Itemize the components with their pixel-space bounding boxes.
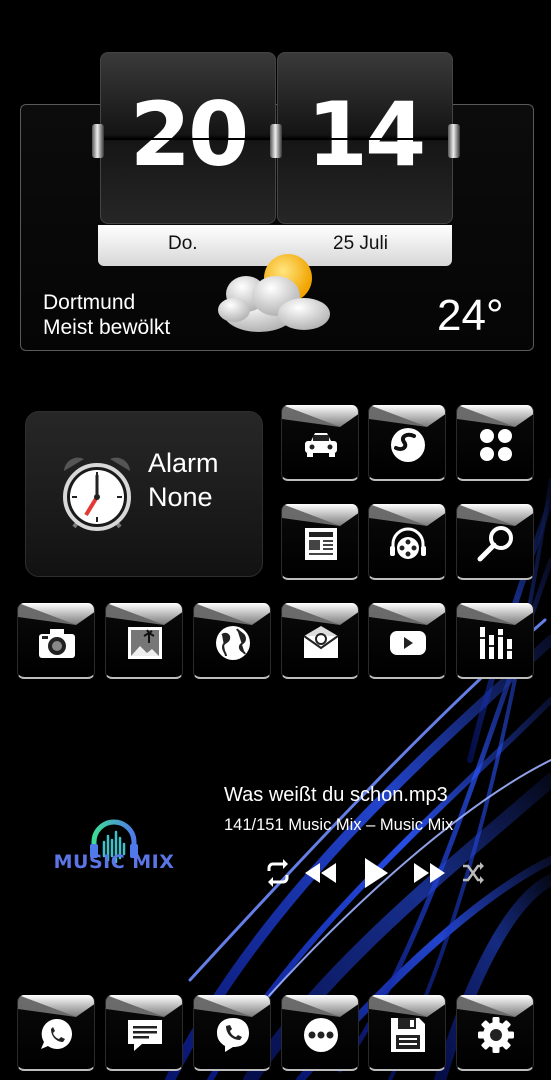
tile-gloss xyxy=(106,995,182,1017)
settings-gear-tile[interactable] xyxy=(456,995,534,1071)
tile-gloss xyxy=(282,504,358,526)
music-logo-text: MUSIC MIX xyxy=(53,851,175,873)
fast-forward-icon[interactable] xyxy=(413,855,447,891)
news-app-tile[interactable] xyxy=(281,504,359,580)
gallery-icon xyxy=(128,627,162,659)
tile-gloss xyxy=(194,995,270,1017)
youtube-icon xyxy=(390,631,426,655)
tile-gloss xyxy=(282,405,358,427)
gallery-tile[interactable] xyxy=(105,603,183,679)
tile-gloss xyxy=(457,504,533,526)
weather-condition: Meist bewölkt xyxy=(43,316,171,339)
alarm-clock-icon xyxy=(63,457,131,531)
apps-grid-icon xyxy=(480,429,512,461)
camera-tile[interactable] xyxy=(17,603,95,679)
hours-flip-card: 20 xyxy=(100,52,276,224)
tile-gloss xyxy=(282,995,358,1017)
messages-tile[interactable] xyxy=(105,995,183,1071)
swiftkey-app-icon xyxy=(391,428,425,462)
tile-gloss xyxy=(369,995,445,1017)
shuffle-icon[interactable] xyxy=(461,855,485,891)
tile-gloss xyxy=(369,603,445,625)
email-icon xyxy=(303,626,339,658)
tile-gloss xyxy=(18,995,94,1017)
settings-gear-icon xyxy=(478,1017,514,1053)
tile-gloss xyxy=(194,603,270,625)
weather-city: Dortmund xyxy=(43,291,136,314)
alarm-title: Alarm xyxy=(148,448,219,478)
music-track-title: Was weißt du schon.mp3 xyxy=(224,784,448,806)
flip-hinge-right xyxy=(448,124,460,158)
apps-grid-tile[interactable] xyxy=(456,405,534,481)
news-app-icon xyxy=(305,528,337,560)
camera-icon xyxy=(39,629,75,658)
tile-gloss xyxy=(457,995,533,1017)
app-drawer-icon xyxy=(304,1018,338,1052)
music-playlist-info: 141/151 Music Mix – Music Mix xyxy=(224,816,454,834)
viber-tile[interactable] xyxy=(193,995,271,1071)
rewind-icon[interactable] xyxy=(303,855,337,891)
app-drawer-tile[interactable] xyxy=(281,995,359,1071)
save-disk-tile[interactable] xyxy=(368,995,446,1071)
youtube-tile[interactable] xyxy=(368,603,446,679)
date-label: 25 Juli xyxy=(333,233,388,254)
flip-hinge-center xyxy=(270,124,282,158)
search-tool-icon xyxy=(477,526,513,562)
weather-temperature: 24° xyxy=(437,291,504,340)
equalizer-icon xyxy=(480,627,512,659)
film-reel-headphones-icon xyxy=(390,527,426,559)
search-tool-tile[interactable] xyxy=(456,504,534,580)
play-icon[interactable] xyxy=(362,855,390,891)
whatsapp-icon xyxy=(41,1018,72,1049)
globe-tile[interactable] xyxy=(193,603,271,679)
tile-gloss xyxy=(282,603,358,625)
tile-gloss xyxy=(457,405,533,427)
car-app-icon xyxy=(305,433,337,457)
tile-gloss xyxy=(369,504,445,526)
tile-gloss xyxy=(106,603,182,625)
car-app-tile[interactable] xyxy=(281,405,359,481)
swiftkey-app-tile[interactable] xyxy=(368,405,446,481)
equalizer-tile[interactable] xyxy=(456,603,534,679)
globe-icon xyxy=(216,626,250,660)
save-disk-icon xyxy=(391,1018,425,1052)
weekday-label: Do. xyxy=(168,233,198,254)
whatsapp-tile[interactable] xyxy=(17,995,95,1071)
tile-gloss xyxy=(369,405,445,427)
email-tile[interactable] xyxy=(281,603,359,679)
repeat-icon[interactable] xyxy=(265,855,291,891)
alarm-value: None xyxy=(148,482,213,512)
clock-minutes: 14 xyxy=(306,83,426,186)
partly-cloudy-icon xyxy=(218,254,330,332)
tile-gloss xyxy=(457,603,533,625)
flip-hinge-left xyxy=(92,124,104,158)
clock-hours: 20 xyxy=(129,83,249,186)
minutes-flip-card: 14 xyxy=(277,52,453,224)
messages-icon xyxy=(128,1020,162,1051)
film-reel-headphones-tile[interactable] xyxy=(368,504,446,580)
tile-gloss xyxy=(18,603,94,625)
viber-icon xyxy=(217,1018,249,1052)
